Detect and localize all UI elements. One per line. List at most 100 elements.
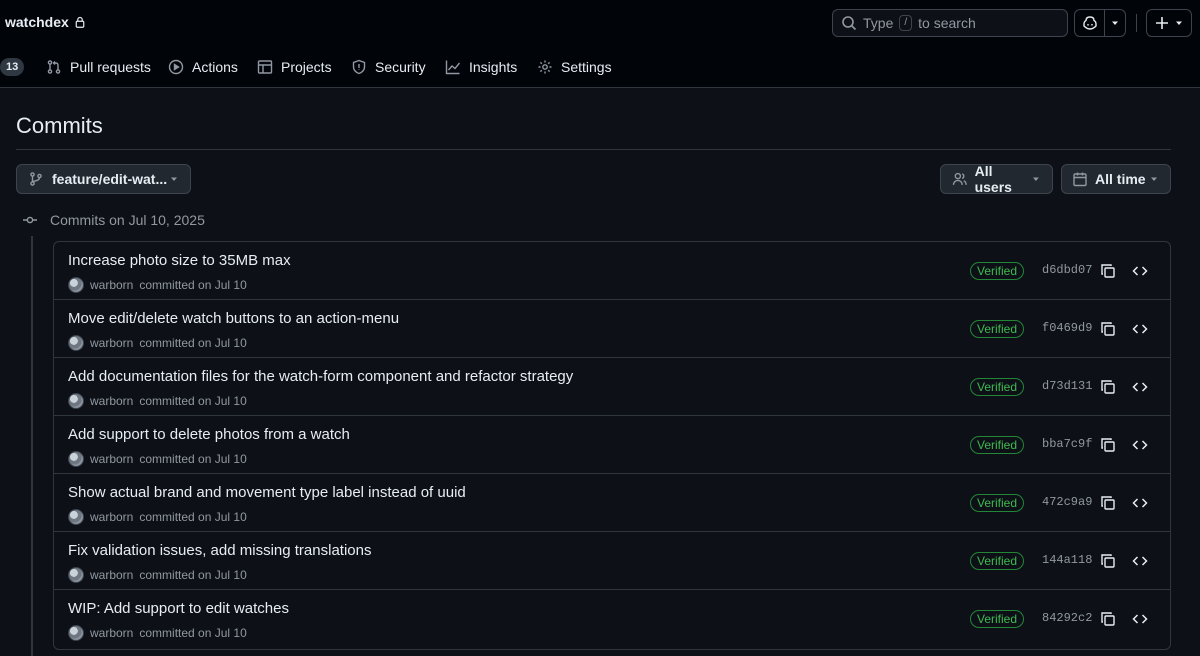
avatar[interactable] [68,451,84,467]
copy-sha-button[interactable] [1098,319,1118,339]
copy-sha-button[interactable] [1098,609,1118,629]
copy-icon [1101,322,1115,336]
avatar[interactable] [68,335,84,351]
copy-sha-button[interactable] [1098,377,1118,397]
commit-author[interactable]: warborn [90,336,133,350]
commit-meta: warborn committed on Jul 10 [68,625,247,641]
commit-sha[interactable]: d73d131 [1042,379,1092,393]
title-divider [16,149,1171,150]
copy-icon [1101,496,1115,510]
tab-pull-requests[interactable]: Pull requests [46,56,151,78]
commit-author[interactable]: warborn [90,510,133,524]
copy-icon [1101,264,1115,278]
commit-meta: warborn committed on Jul 10 [68,393,247,409]
verified-badge[interactable]: Verified [970,262,1025,280]
avatar[interactable] [68,509,84,525]
copilot-button-group [1074,9,1126,37]
time-filter-button[interactable]: All time [1061,164,1171,194]
commit-title[interactable]: Fix validation issues, add missing trans… [68,542,371,559]
copy-icon [1101,380,1115,394]
commit-title[interactable]: Add support to delete photos from a watc… [68,426,350,443]
git-branch-icon [30,172,42,186]
search-icon [842,16,857,31]
avatar[interactable] [68,567,84,583]
browse-repo-button[interactable] [1130,377,1150,397]
commit-author[interactable]: warborn [90,394,133,408]
commit-title[interactable]: Add documentation files for the watch-fo… [68,368,573,385]
branch-selector-button[interactable]: feature/edit-wat... [16,164,191,194]
copilot-button[interactable] [1075,10,1105,36]
commit-author[interactable]: warborn [90,452,133,466]
commit-sha[interactable]: 472c9a9 [1042,495,1092,509]
caret-down-icon [1033,177,1040,181]
commit-date: committed on Jul 10 [139,626,247,640]
commit-meta: warborn committed on Jul 10 [68,509,247,525]
commit-title[interactable]: Increase photo size to 35MB max [68,252,291,269]
commit-sha[interactable]: 84292c2 [1042,611,1092,625]
commit-group-header: Commits on Jul 10, 2025 [22,212,205,228]
timeline-line [31,236,33,656]
verified-badge[interactable]: Verified [970,320,1025,338]
copilot-menu-button[interactable] [1105,10,1125,36]
top-header: watchdex Type / to search 13 Pull reques… [0,0,1200,88]
commit-title[interactable]: Show actual brand and movement type labe… [68,484,466,501]
tab-actions[interactable]: Actions [168,56,238,78]
commit-title[interactable]: Move edit/delete watch buttons to an act… [68,310,399,327]
commit-sha[interactable]: bba7c9f [1042,437,1092,451]
browse-repo-button[interactable] [1130,493,1150,513]
copy-sha-button[interactable] [1098,551,1118,571]
avatar[interactable] [68,625,84,641]
commit-meta: warborn committed on Jul 10 [68,335,247,351]
code-icon [1132,556,1148,566]
commit-title[interactable]: WIP: Add support to edit watches [68,600,289,617]
search-prefix: Type [863,15,894,31]
search-input[interactable]: Type / to search [832,9,1068,37]
commit-sha[interactable]: d6dbd07 [1042,263,1092,277]
verified-badge[interactable]: Verified [970,436,1025,454]
tab-projects[interactable]: Projects [257,56,332,78]
users-filter-button[interactable]: All users [940,163,1053,195]
lock-icon [75,16,85,28]
search-shortcut-key: / [899,15,913,31]
verified-badge[interactable]: Verified [970,610,1025,628]
table-icon [257,60,273,74]
code-icon [1132,266,1148,276]
copy-sha-button[interactable] [1098,435,1118,455]
tab-insights[interactable]: Insights [445,56,517,78]
repo-name[interactable]: watchdex [5,14,69,30]
tab-label: Settings [561,59,612,75]
browse-repo-button[interactable] [1130,609,1150,629]
commit-date: committed on Jul 10 [139,278,247,292]
issues-count-badge[interactable]: 13 [0,58,25,76]
tab-settings[interactable]: Settings [537,56,612,78]
verified-badge[interactable]: Verified [970,494,1025,512]
browse-repo-button[interactable] [1130,319,1150,339]
avatar[interactable] [68,277,84,293]
tab-security[interactable]: Security [351,56,426,78]
browse-repo-button[interactable] [1130,261,1150,281]
users-filter-label: All users [974,163,1012,195]
calendar-icon [1073,172,1087,187]
verified-badge[interactable]: Verified [970,378,1025,396]
create-new-button[interactable] [1146,9,1192,37]
copy-sha-button[interactable] [1098,261,1118,281]
commit-author[interactable]: warborn [90,278,133,292]
play-icon [168,59,184,75]
commit-row: Add support to delete photos from a watc… [54,416,1170,474]
browse-repo-button[interactable] [1130,551,1150,571]
commit-author[interactable]: warborn [90,568,133,582]
commit-sha[interactable]: f0469d9 [1042,321,1092,335]
avatar[interactable] [68,393,84,409]
commit-row: Move edit/delete watch buttons to an act… [54,300,1170,358]
copy-icon [1101,438,1115,452]
browse-repo-button[interactable] [1130,435,1150,455]
verified-badge[interactable]: Verified [970,552,1025,570]
repo-title[interactable]: watchdex [5,14,86,30]
commit-author[interactable]: warborn [90,626,133,640]
caret-down-icon [1176,21,1182,25]
commit-row: WIP: Add support to edit watches warborn… [54,590,1170,648]
commit-row: Fix validation issues, add missing trans… [54,532,1170,590]
commit-meta: warborn committed on Jul 10 [68,277,247,293]
commit-sha[interactable]: 144a118 [1042,553,1092,567]
copy-sha-button[interactable] [1098,493,1118,513]
